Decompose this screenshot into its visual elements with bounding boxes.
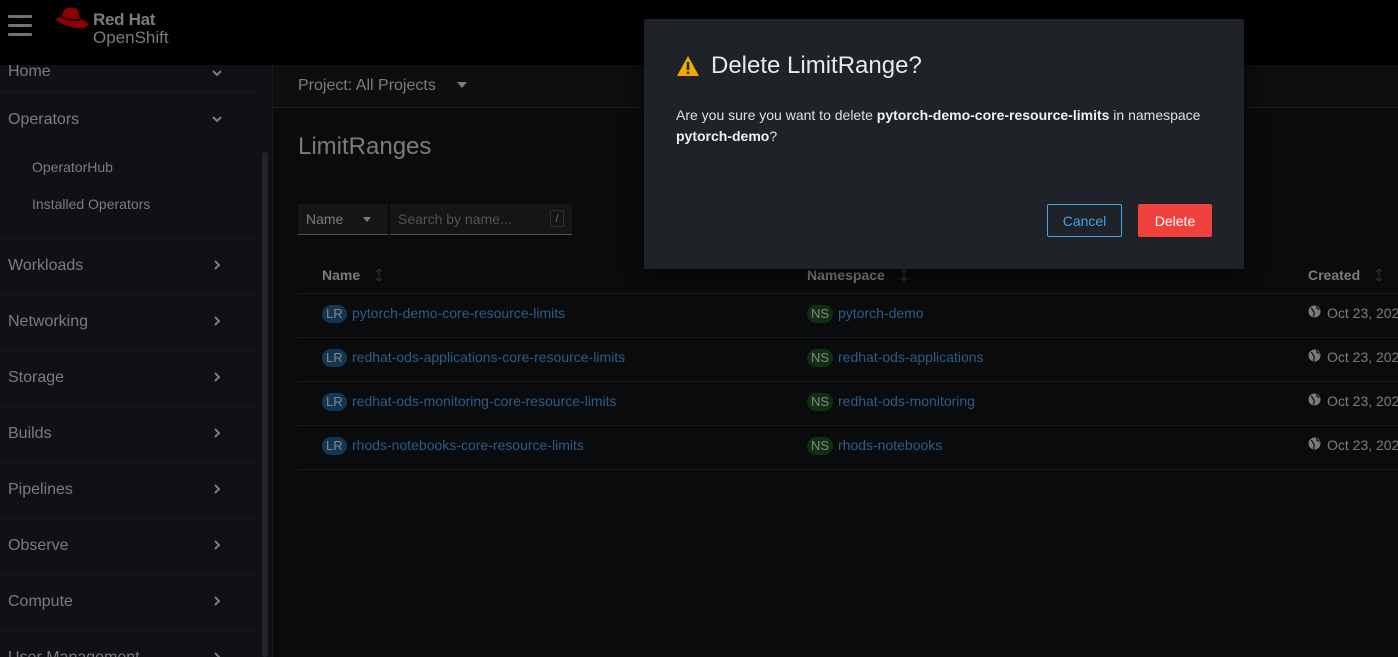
- modal-body-suffix: ?: [769, 128, 778, 144]
- delete-confirm-modal: Delete LimitRange? Are you sure you want…: [644, 19, 1244, 269]
- modal-namespace: pytorch-demo: [676, 128, 770, 144]
- warning-triangle-icon: [677, 56, 699, 76]
- modal-resource-name: pytorch-demo-core-resource-limits: [876, 107, 1110, 123]
- modal-title: Delete LimitRange?: [711, 52, 922, 79]
- modal-body-prefix: Are you sure you want to delete: [676, 107, 877, 123]
- modal-body-middle: in namespace: [1109, 107, 1201, 123]
- delete-button[interactable]: Delete: [1138, 204, 1212, 237]
- modal-body: Are you sure you want to delete pytorch-…: [676, 105, 1216, 147]
- cancel-button[interactable]: Cancel: [1047, 204, 1122, 237]
